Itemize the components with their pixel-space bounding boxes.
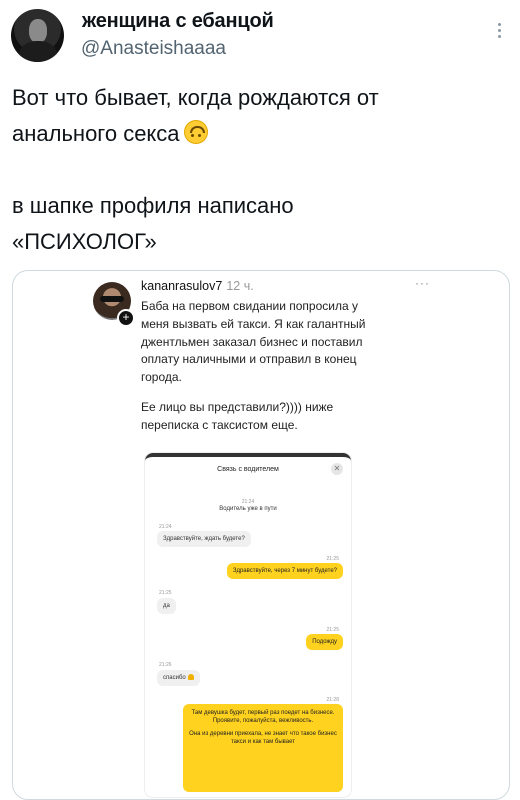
message-time: 21:25 [326, 627, 339, 633]
more-options-icon[interactable] [494, 20, 504, 42]
screenshot-line: Ее лицо вы представили?)))) ниже [141, 399, 334, 414]
author-handle[interactable]: @Anasteishaaaa [81, 38, 226, 60]
tweet-line: «ПСИХОЛОГ» [12, 229, 157, 254]
message-time: 21:26 [159, 662, 172, 668]
driver-message: да [157, 598, 176, 614]
close-icon: ✕ [331, 463, 343, 475]
user-message: Там девушка будет, первый раз поедет на … [183, 704, 343, 792]
screenshot-username-row: kananrasulov7 12 ч. [141, 279, 254, 293]
tweet-text: Вот что бывает, когда рождаются от аналь… [12, 80, 492, 260]
driver-message: спасибо [157, 670, 200, 686]
message-time: 21:28 [326, 697, 339, 703]
screenshot-line: джентльмен заказал бизнес и поставил [141, 334, 363, 349]
message-time: 21:25 [326, 556, 339, 562]
screenshot-more-icon: ··· [415, 276, 430, 290]
tweet-line: в шапке профиля написано [12, 193, 294, 218]
screenshot-username: kananrasulov7 [141, 279, 223, 293]
screenshot-line: оплату наличными и отправил в конец [141, 352, 357, 367]
chat-system-message: Водитель уже в пути [219, 506, 277, 512]
author-avatar[interactable] [11, 9, 64, 62]
praying-hands-icon [187, 674, 194, 680]
driver-message: Здравствуйте, ждать будете? [157, 531, 251, 547]
tweet-line: анального секса [12, 116, 492, 152]
upside-down-face-icon [183, 120, 208, 144]
user-message: Подожду [306, 634, 343, 650]
screenshot-paragraph: Баба на первом свидании попросила у меня… [141, 298, 411, 387]
screenshot-line: переписка с таксистом еще. [141, 417, 298, 432]
tweet-media-image[interactable]: + kananrasulov7 12 ч. ··· Баба на первом … [12, 270, 510, 800]
user-message-part: Там девушка будет, первый раз поедет на … [191, 710, 335, 724]
avatar-face [29, 19, 47, 43]
user-message: Здравствуйте, через 7 минут будете? [226, 563, 343, 579]
screenshot-paragraph: Ее лицо вы представили?)))) ниже перепис… [141, 399, 411, 435]
screenshot-line: Баба на первом свидании попросила у [141, 299, 358, 313]
user-message-part: Она из деревни приехала, не знает что та… [189, 731, 337, 745]
screenshot-post-text: Баба на первом свидании попросила у меня… [141, 298, 411, 447]
add-story-icon: + [117, 309, 135, 327]
avatar-body [19, 41, 57, 62]
screenshot-time-ago: 12 ч. [226, 279, 254, 293]
tweet-line-text: анального секса [12, 121, 180, 146]
driver-message-text: спасибо [163, 675, 186, 681]
chat-system-time: 21:24 [241, 499, 255, 505]
chat-title: Связь с водителем [217, 466, 279, 473]
taxi-chat-screenshot: Связь с водителем ✕ 21:24 Водитель уже в… [145, 453, 351, 797]
screenshot-line: города. [141, 370, 182, 385]
author-display-name[interactable]: женщина с ебанцой [82, 10, 274, 33]
message-time: 21:25 [159, 590, 172, 596]
tweet-line: Вот что бывает, когда рождаются от [12, 85, 379, 110]
message-time: 21:24 [159, 524, 172, 530]
screenshot-line: меня вызвать ей такси. Я как галантный [141, 316, 366, 331]
